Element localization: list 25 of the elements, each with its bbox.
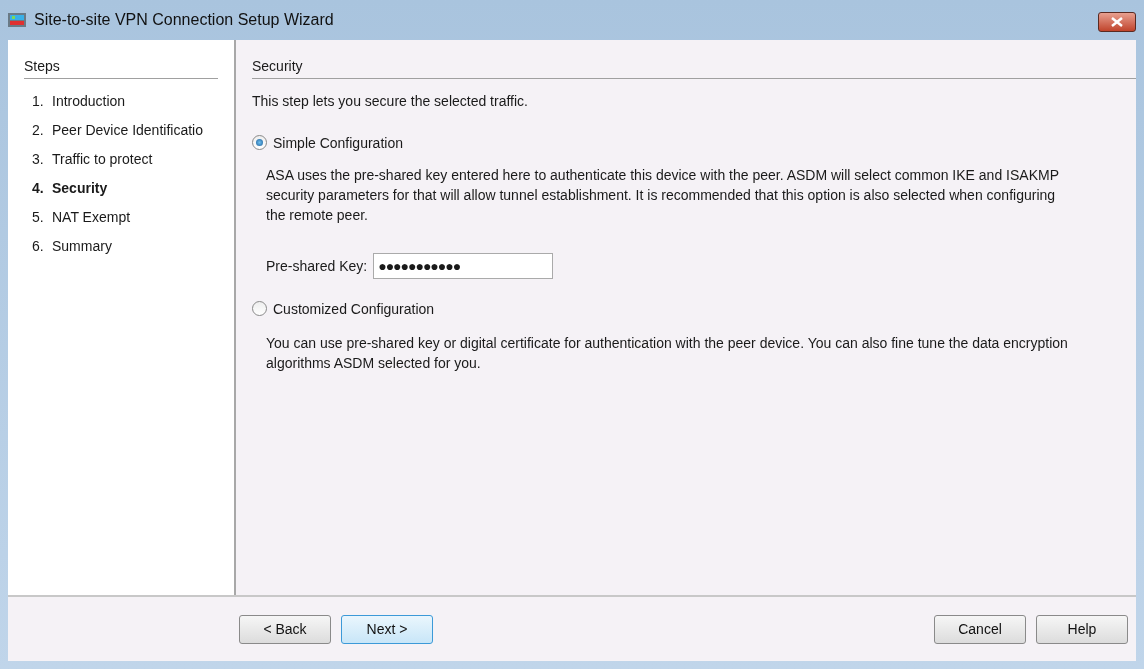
radio-option[interactable]: Customized Configuration [252, 300, 435, 317]
radio-button[interactable] [252, 301, 267, 316]
password-field[interactable]: ●●●●●●●●●●● [373, 252, 554, 279]
intro-text: This step lets you secure the selected traffic. [252, 93, 529, 109]
page-heading: Security [252, 58, 1136, 79]
option-description: ASA uses the pre-shared key entered here to authenticate this device with the peer. ASDM will select common IKE and ISAKMP security parameters for that will allow tunnel establishment. It is recommended that this option is also selected when configuring the remote peer. [266, 165, 1060, 225]
window-title: Site-to-site VPN Connection Setup Wizard [34, 11, 334, 29]
close-button[interactable] [1098, 12, 1136, 32]
network-icon [8, 12, 26, 28]
steps-heading: Steps [24, 58, 218, 79]
radio-option[interactable]: Simple Configuration [252, 134, 403, 151]
option-description: You can use pre-shared key or digital certificate for authentication with the peer device. You can also fine tune the data encryption algorithms ASDM selected for you. [266, 334, 1069, 373]
next-button[interactable]: Next > [341, 614, 433, 644]
step-item: 2. Peer Device Identificatio [31, 121, 204, 140]
step-item: 6. Summary [31, 237, 113, 256]
step-item: 5. NAT Exempt [31, 208, 132, 227]
step-item: 3. Traffic to protect [31, 150, 154, 169]
close-icon [1111, 17, 1123, 27]
field-label: Pre-shared Key: [266, 257, 368, 274]
radio-button[interactable] [252, 135, 267, 150]
step-item: 1. Introduction [31, 92, 127, 111]
cancel-button[interactable]: Cancel [934, 614, 1026, 644]
help-button[interactable]: Help [1036, 614, 1128, 644]
back-button[interactable]: < Back [239, 614, 331, 644]
step-item: 4. Security [31, 179, 109, 198]
